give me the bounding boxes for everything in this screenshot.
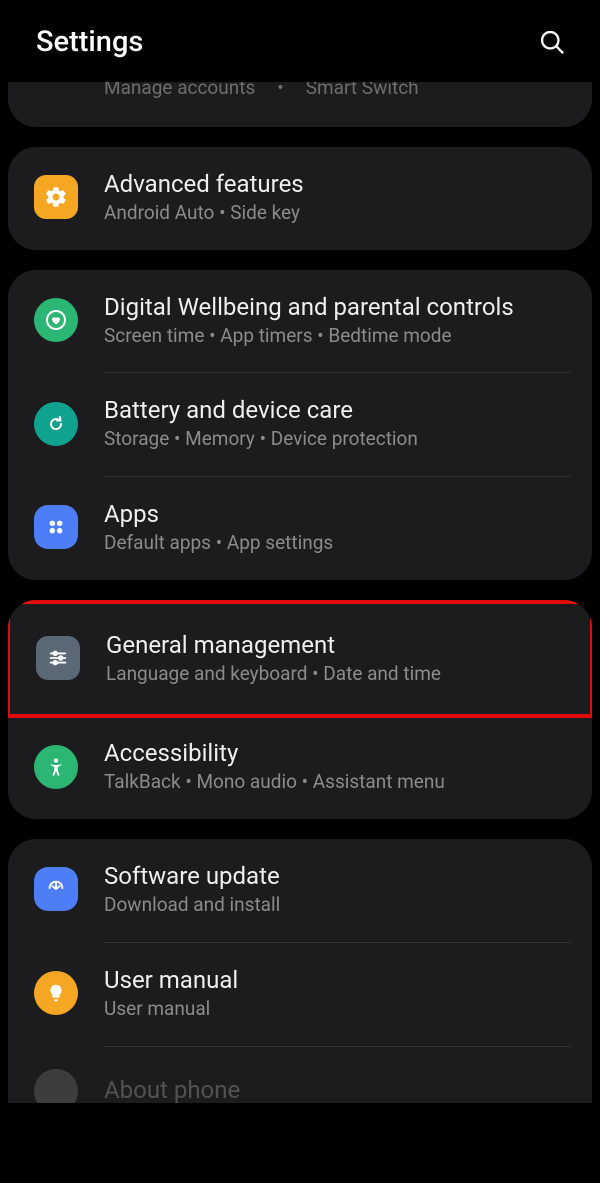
settings-item-advanced-features[interactable]: Advanced features Android Auto • Side ke… [8, 147, 592, 250]
settings-item-digital-wellbeing[interactable]: Digital Wellbeing and parental controls … [8, 270, 592, 373]
settings-item-user-manual[interactable]: User manual User manual [8, 943, 592, 1046]
settings-card: Advanced features Android Auto • Side ke… [8, 147, 592, 250]
settings-item-about-phone[interactable]: About phone [8, 1047, 592, 1103]
item-subtitle: Screen time • App timers • Bedtime mode [104, 324, 572, 349]
search-icon [538, 28, 566, 56]
settings-scroll[interactable]: Manage accounts • Smart Switch Advanced … [0, 82, 600, 1103]
item-subtitle: TalkBack • Mono audio • Assistant menu [104, 770, 572, 795]
item-title: Advanced features [104, 169, 572, 199]
settings-item-accessibility[interactable]: Accessibility TalkBack • Mono audio • As… [8, 724, 592, 819]
search-button[interactable] [532, 22, 572, 62]
item-subtitle: Storage • Memory • Device protection [104, 427, 572, 452]
partial-row[interactable]: Manage accounts • Smart Switch [8, 82, 592, 121]
settings-item-battery-device-care[interactable]: Battery and device care Storage • Memory… [8, 373, 592, 476]
item-subtitle: Android Auto • Side key [104, 201, 572, 226]
gear-icon [34, 175, 78, 219]
sliders-icon [36, 636, 80, 680]
refresh-circle-icon [34, 402, 78, 446]
person-icon [34, 745, 78, 789]
item-title: Software update [104, 861, 572, 891]
item-title: Digital Wellbeing and parental controls [104, 292, 572, 322]
item-title: User manual [104, 965, 572, 995]
highlight-general-management: General management Language and keyboard… [8, 600, 592, 719]
settings-card: Digital Wellbeing and parental controls … [8, 270, 592, 580]
item-title: About phone [104, 1075, 572, 1103]
item-title: Apps [104, 499, 572, 529]
bulb-icon [34, 971, 78, 1015]
settings-item-software-update[interactable]: Software update Download and install [8, 839, 592, 942]
item-title: Battery and device care [104, 395, 572, 425]
update-icon [34, 867, 78, 911]
partial-text-left: Manage accounts [104, 82, 255, 99]
grid-4-icon [34, 505, 78, 549]
item-subtitle: Default apps • App settings [104, 531, 572, 556]
settings-item-apps[interactable]: Apps Default apps • App settings [8, 477, 592, 580]
heart-circle-icon [34, 298, 78, 342]
partial-text-right: Smart Switch [306, 82, 419, 99]
app-header: Settings [0, 0, 600, 82]
item-subtitle: Language and keyboard • Date and time [106, 662, 570, 687]
item-title: General management [106, 630, 570, 660]
page-title: Settings [36, 25, 143, 59]
info-icon [34, 1069, 78, 1103]
settings-card-partial: Manage accounts • Smart Switch [8, 82, 592, 127]
settings-card: Software update Download and install Use… [8, 839, 592, 1102]
settings-card: General management Language and keyboard… [8, 600, 592, 819]
item-subtitle: Download and install [104, 893, 572, 918]
item-title: Accessibility [104, 738, 572, 768]
settings-item-general-management[interactable]: General management Language and keyboard… [10, 604, 590, 715]
item-subtitle: User manual [104, 997, 572, 1022]
